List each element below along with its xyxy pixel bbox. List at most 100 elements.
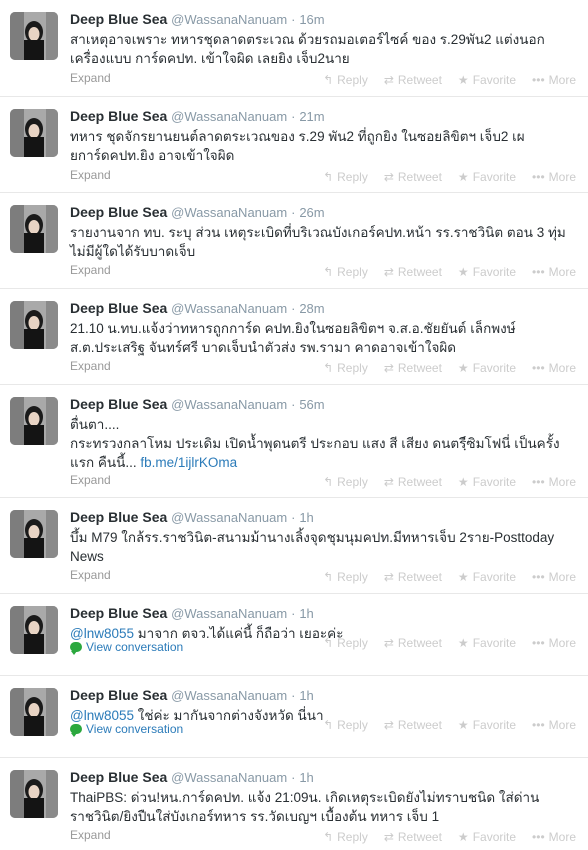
tweet-text: ตื่นตา.... กระทรวงกลาโหม ประเดิม เปิดน้ำ… — [70, 415, 578, 472]
expand-link[interactable]: Expand — [70, 568, 111, 582]
retweet-button[interactable]: ⇄ Retweet — [384, 265, 442, 279]
reply-button[interactable]: ↰ Reply — [323, 475, 368, 489]
retweet-button[interactable]: ⇄ Retweet — [384, 718, 442, 732]
retweet-button[interactable]: ⇄ Retweet — [384, 475, 442, 489]
favorite-button[interactable]: ★ Favorite — [458, 73, 516, 87]
timestamp[interactable]: 26m — [299, 205, 324, 220]
avatar[interactable] — [10, 688, 58, 736]
favorite-button[interactable]: ★ Favorite — [458, 475, 516, 489]
more-button[interactable]: ••• More — [532, 570, 576, 584]
avatar[interactable] — [10, 397, 58, 445]
expand-link[interactable]: Expand — [70, 828, 111, 842]
more-button[interactable]: ••• More — [532, 830, 576, 844]
more-button[interactable]: ••• More — [532, 636, 576, 650]
username[interactable]: @WassanaNanuam — [171, 688, 287, 703]
fullname[interactable]: Deep Blue Sea — [70, 108, 167, 124]
timestamp[interactable]: 1h — [299, 688, 313, 703]
tweet-link[interactable]: fb.me/1ijlrKOma — [140, 455, 237, 470]
more-button[interactable]: ••• More — [532, 718, 576, 732]
favorite-button[interactable]: ★ Favorite — [458, 636, 516, 650]
reply-label: Reply — [337, 718, 368, 732]
fullname[interactable]: Deep Blue Sea — [70, 300, 167, 316]
timestamp[interactable]: 56m — [299, 397, 324, 412]
retweet-button[interactable]: ⇄ Retweet — [384, 570, 442, 584]
favorite-button[interactable]: ★ Favorite — [458, 170, 516, 184]
reply-button[interactable]: ↰ Reply — [323, 265, 368, 279]
tweet[interactable]: Deep Blue Sea @WassanaNanuam · 1h ThaiPB… — [0, 758, 588, 850]
tweet[interactable]: Deep Blue Sea @WassanaNanuam · 21m ทหาร … — [0, 97, 588, 193]
reply-button[interactable]: ↰ Reply — [323, 570, 368, 584]
fullname[interactable]: Deep Blue Sea — [70, 509, 167, 525]
expand-link[interactable]: Expand — [70, 473, 111, 487]
more-button[interactable]: ••• More — [532, 475, 576, 489]
fullname[interactable]: Deep Blue Sea — [70, 605, 167, 621]
more-button[interactable]: ••• More — [532, 73, 576, 87]
retweet-button[interactable]: ⇄ Retweet — [384, 73, 442, 87]
retweet-button[interactable]: ⇄ Retweet — [384, 361, 442, 375]
favorite-button[interactable]: ★ Favorite — [458, 570, 516, 584]
username[interactable]: @WassanaNanuam — [171, 397, 287, 412]
separator-dot: · — [291, 510, 296, 525]
avatar[interactable] — [10, 12, 58, 60]
view-conversation-link[interactable]: View conversation — [70, 722, 183, 737]
avatar[interactable] — [10, 205, 58, 253]
fullname[interactable]: Deep Blue Sea — [70, 11, 167, 27]
more-button[interactable]: ••• More — [532, 170, 576, 184]
avatar[interactable] — [10, 606, 58, 654]
expand-link[interactable]: Expand — [70, 71, 111, 85]
fullname[interactable]: Deep Blue Sea — [70, 204, 167, 220]
tweet[interactable]: Deep Blue Sea @WassanaNanuam · 16m สาเหต… — [0, 0, 588, 97]
username[interactable]: @WassanaNanuam — [171, 205, 287, 220]
reply-button[interactable]: ↰ Reply — [323, 361, 368, 375]
username[interactable]: @WassanaNanuam — [171, 510, 287, 525]
retweet-label: Retweet — [397, 570, 442, 584]
favorite-button[interactable]: ★ Favorite — [458, 718, 516, 732]
timestamp[interactable]: 16m — [299, 12, 324, 27]
more-button[interactable]: ••• More — [532, 265, 576, 279]
username[interactable]: @WassanaNanuam — [171, 12, 287, 27]
timestamp[interactable]: 1h — [299, 606, 313, 621]
favorite-button[interactable]: ★ Favorite — [458, 265, 516, 279]
tweet[interactable]: Deep Blue Sea @WassanaNanuam · 28m 21.10… — [0, 289, 588, 385]
tweet[interactable]: Deep Blue Sea @WassanaNanuam · 56m ตื่นต… — [0, 385, 588, 498]
expand-link[interactable]: Expand — [70, 359, 111, 373]
tweet-header: Deep Blue Sea @WassanaNanuam · 16m — [70, 10, 578, 29]
username[interactable]: @WassanaNanuam — [171, 301, 287, 316]
favorite-label: Favorite — [472, 830, 517, 844]
tweet[interactable]: Deep Blue Sea @WassanaNanuam · 1h @lnw80… — [0, 594, 588, 676]
fullname[interactable]: Deep Blue Sea — [70, 396, 167, 412]
reply-button[interactable]: ↰ Reply — [323, 718, 368, 732]
tweet[interactable]: Deep Blue Sea @WassanaNanuam · 1h @lnw80… — [0, 676, 588, 758]
username[interactable]: @WassanaNanuam — [171, 770, 287, 785]
avatar[interactable] — [10, 301, 58, 349]
mention-link[interactable]: @lnw8055 — [70, 626, 134, 641]
reply-button[interactable]: ↰ Reply — [323, 73, 368, 87]
timestamp[interactable]: 28m — [299, 301, 324, 316]
mention-link[interactable]: @lnw8055 — [70, 708, 134, 723]
username[interactable]: @WassanaNanuam — [171, 606, 287, 621]
timestamp[interactable]: 21m — [299, 109, 324, 124]
tweet[interactable]: Deep Blue Sea @WassanaNanuam · 26m รายงา… — [0, 193, 588, 289]
view-conversation-link[interactable]: View conversation — [70, 640, 183, 655]
favorite-button[interactable]: ★ Favorite — [458, 361, 516, 375]
retweet-button[interactable]: ⇄ Retweet — [384, 170, 442, 184]
timestamp[interactable]: 1h — [299, 770, 313, 785]
retweet-button[interactable]: ⇄ Retweet — [384, 636, 442, 650]
expand-link[interactable]: Expand — [70, 263, 111, 277]
reply-button[interactable]: ↰ Reply — [323, 170, 368, 184]
retweet-button[interactable]: ⇄ Retweet — [384, 830, 442, 844]
expand-link[interactable]: Expand — [70, 168, 111, 182]
avatar[interactable] — [10, 109, 58, 157]
retweet-label: Retweet — [397, 718, 442, 732]
favorite-button[interactable]: ★ Favorite — [458, 830, 516, 844]
reply-button[interactable]: ↰ Reply — [323, 830, 368, 844]
avatar[interactable] — [10, 770, 58, 818]
username[interactable]: @WassanaNanuam — [171, 109, 287, 124]
tweet[interactable]: Deep Blue Sea @WassanaNanuam · 1h บึ้ม M… — [0, 498, 588, 594]
avatar[interactable] — [10, 510, 58, 558]
reply-button[interactable]: ↰ Reply — [323, 636, 368, 650]
fullname[interactable]: Deep Blue Sea — [70, 687, 167, 703]
more-button[interactable]: ••• More — [532, 361, 576, 375]
timestamp[interactable]: 1h — [299, 510, 313, 525]
fullname[interactable]: Deep Blue Sea — [70, 769, 167, 785]
